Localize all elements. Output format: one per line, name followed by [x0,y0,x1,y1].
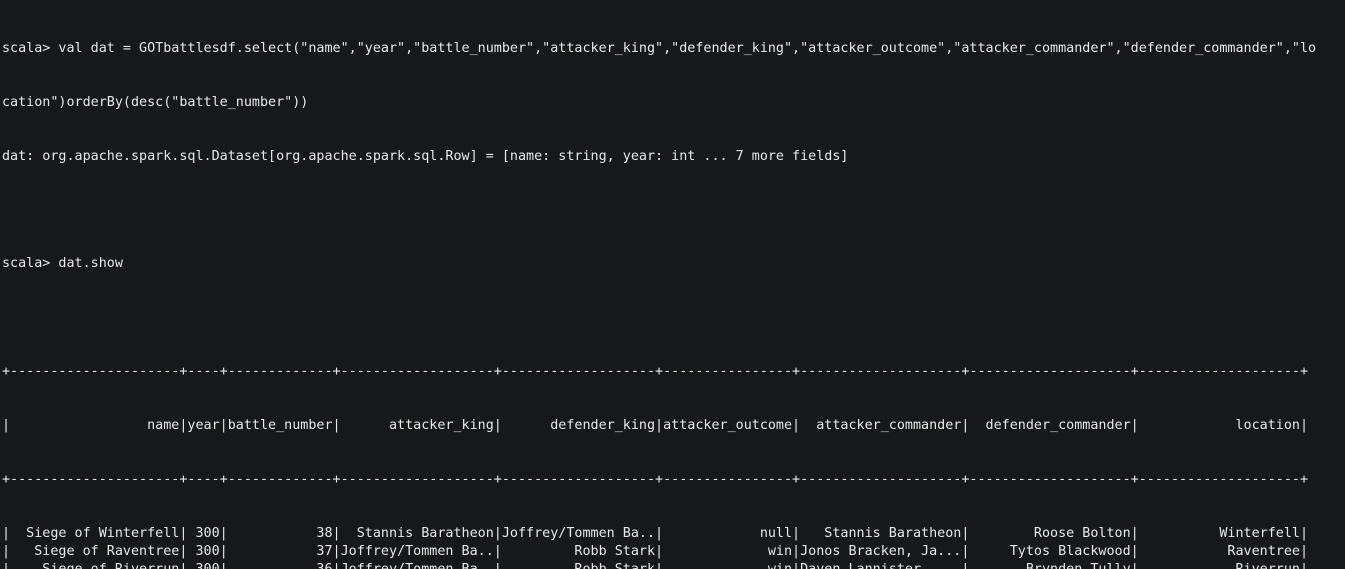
scala-command-line-1-wrap: cation")orderBy(desc("battle_number")) [2,94,309,110]
table-row: | Siege of Riverrun| 300| 36|Joffrey/Tom… [2,561,1345,569]
table-top-border: +---------------------+----+------------… [2,364,1309,380]
scala-command-line-2: scala> dat.show [2,256,123,272]
table-header-row: | name|year|battle_number| attacker_king… [2,417,1309,433]
table-row: | Siege of Winterfell| 300| 38| Stannis … [2,525,1309,541]
terminal-output[interactable]: scala> val dat = GOTbattlesdf.select("na… [0,0,1345,569]
table-row: | Siege of Raventree| 300| 37|Joffrey/To… [2,543,1309,559]
scala-command-line-1: scala> val dat = GOTbattlesdf.select("na… [2,40,1317,56]
table-header-separator: +---------------------+----+------------… [2,471,1309,487]
scala-result-line-1: dat: org.apache.spark.sql.Dataset[org.ap… [2,148,849,164]
table-body: | Siege of Winterfell| 300| 38| Stannis … [2,525,1345,569]
